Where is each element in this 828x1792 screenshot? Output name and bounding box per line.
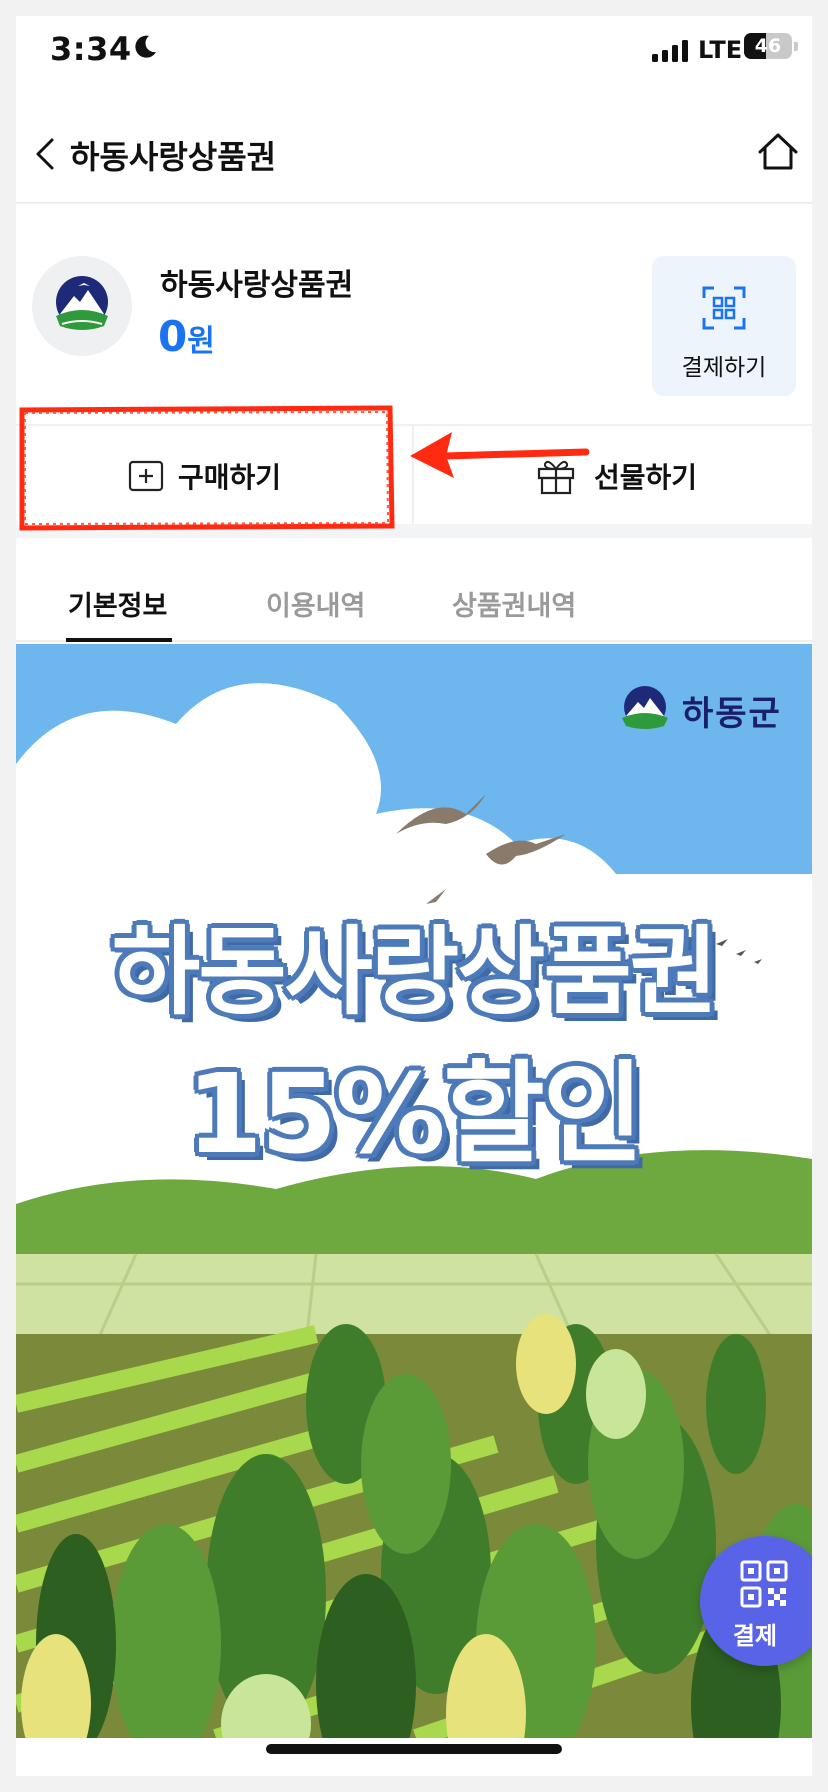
gift-label: 선물하기 — [594, 461, 698, 494]
tab-active-indicator — [66, 638, 172, 642]
brand-name: 하동군 — [682, 694, 782, 734]
promo-banner: 하동군 하동사랑상품권 15%할인 — [16, 644, 812, 1738]
tab-basic-info[interactable]: 기본정보 — [68, 584, 167, 623]
signal-icon — [652, 40, 688, 62]
back-icon[interactable] — [24, 132, 68, 176]
banner-headline-2: 15%할인 — [186, 1050, 644, 1178]
buy-button[interactable]: 구매하기 — [16, 426, 414, 526]
battery-indicator: 46 — [744, 33, 792, 59]
plus-square-icon — [128, 460, 164, 492]
status-bar: 3:34 LTE 46 — [16, 16, 812, 86]
balance: 0원 — [158, 312, 215, 361]
moon-icon — [135, 35, 156, 58]
tab-voucher-history[interactable]: 상품권내역 — [452, 584, 576, 623]
voucher-name: 하동사랑상품권 — [160, 268, 354, 303]
banner-illustration — [16, 644, 812, 1738]
navigation-bar: 하동사랑상품권 — [16, 104, 812, 204]
hadong-emblem-icon — [56, 276, 108, 330]
voucher-logo — [32, 256, 132, 356]
home-icon[interactable] — [754, 128, 802, 176]
gift-button[interactable]: 선물하기 — [416, 426, 812, 526]
tab-usage-history[interactable]: 이용내역 — [266, 584, 365, 623]
floating-pay-label: 결제 — [732, 1622, 778, 1650]
section-divider — [16, 524, 812, 538]
banner-headline-1: 하동사랑상품권 — [111, 916, 718, 1028]
balance-unit: 원 — [187, 324, 215, 359]
tab-bar: 기본정보 이용내역 상품권내역 — [16, 546, 812, 642]
pay-label: 결제하기 — [681, 355, 767, 381]
battery-percent: 46 — [754, 35, 782, 57]
buy-label: 구매하기 — [178, 461, 282, 494]
qr-code-icon — [740, 1560, 788, 1608]
qr-scan-icon — [702, 286, 746, 330]
home-indicator[interactable] — [266, 1744, 562, 1754]
network-label: LTE — [698, 36, 743, 64]
page-title: 하동사랑상품권 — [70, 138, 277, 176]
balance-amount: 0 — [158, 312, 188, 361]
status-time: 3:34 — [50, 30, 132, 68]
action-row: 구매하기 선물하기 — [16, 424, 812, 526]
floating-pay-button[interactable]: 결제 — [700, 1536, 812, 1666]
gift-icon — [537, 460, 575, 495]
phone-screen: 3:34 LTE 46 하동사랑상품권 하동사랑상품권 0원 결제하기 구매하기… — [16, 16, 812, 1776]
hadong-emblem-icon — [622, 686, 668, 729]
battery-tip — [794, 42, 798, 51]
pay-button[interactable]: 결제하기 — [652, 256, 796, 396]
